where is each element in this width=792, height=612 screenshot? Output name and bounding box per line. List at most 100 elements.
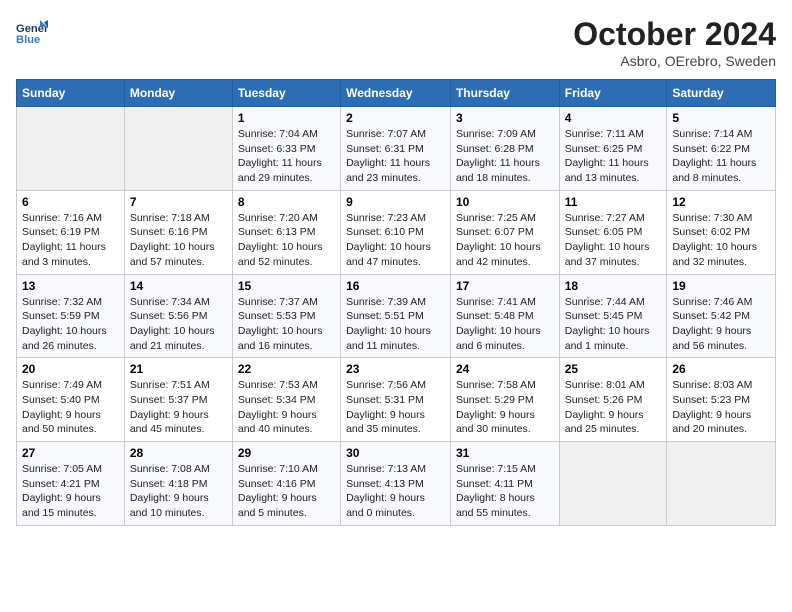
calendar-cell: 23Sunrise: 7:56 AMSunset: 5:31 PMDayligh…	[341, 358, 451, 442]
day-number: 2	[346, 111, 445, 125]
day-detail: Sunrise: 7:18 AMSunset: 6:16 PMDaylight:…	[130, 211, 227, 270]
day-detail: Sunrise: 7:44 AMSunset: 5:45 PMDaylight:…	[565, 295, 662, 354]
day-detail: Sunrise: 7:49 AMSunset: 5:40 PMDaylight:…	[22, 378, 119, 437]
day-number: 15	[238, 279, 335, 293]
day-number: 17	[456, 279, 554, 293]
title-block: October 2024 Asbro, OErebro, Sweden	[573, 16, 776, 69]
day-detail: Sunrise: 7:41 AMSunset: 5:48 PMDaylight:…	[456, 295, 554, 354]
calendar-cell	[124, 107, 232, 191]
calendar-cell: 25 Sunrise: 8:01 AMSunset: 5:26 PMDayligh…	[559, 358, 667, 442]
day-detail: Sunrise: 7:23 AMSunset: 6:10 PMDaylight:…	[346, 211, 445, 270]
day-number: 27	[22, 446, 119, 460]
day-number: 24	[456, 362, 554, 376]
calendar-cell: 11Sunrise: 7:27 AMSunset: 6:05 PMDayligh…	[559, 190, 667, 274]
day-number: 22	[238, 362, 335, 376]
calendar-cell: 4 Sunrise: 7:11 AMSunset: 6:25 PMDaylight…	[559, 107, 667, 191]
day-number: 20	[22, 362, 119, 376]
day-detail: Sunrise: 7:11 AMSunset: 6:25 PMDaylight:…	[565, 127, 662, 186]
day-number: 30	[346, 446, 445, 460]
calendar-cell: 1 Sunrise: 7:04 AMSunset: 6:33 PMDaylight…	[232, 107, 340, 191]
day-number: 1	[238, 111, 335, 125]
logo-icon: General Blue	[16, 16, 48, 48]
day-number: 12	[672, 195, 770, 209]
day-number: 14	[130, 279, 227, 293]
calendar-cell: 9 Sunrise: 7:23 AMSunset: 6:10 PMDaylight…	[341, 190, 451, 274]
day-detail: Sunrise: 8:01 AMSunset: 5:26 PMDaylight:…	[565, 378, 662, 437]
calendar-cell: 22 Sunrise: 7:53 AMSunset: 5:34 PMDayligh…	[232, 358, 340, 442]
weekday-header: Thursday	[450, 80, 559, 107]
day-number: 19	[672, 279, 770, 293]
calendar-cell	[559, 442, 667, 526]
calendar-cell: 13 Sunrise: 7:32 AMSunset: 5:59 PMDayligh…	[17, 274, 125, 358]
calendar-cell: 30 Sunrise: 7:13 AMSunset: 4:13 PMDayligh…	[341, 442, 451, 526]
calendar-cell: 3 Sunrise: 7:09 AMSunset: 6:28 PMDaylight…	[450, 107, 559, 191]
weekday-header: Sunday	[17, 80, 125, 107]
calendar-cell: 31Sunrise: 7:15 AMSunset: 4:11 PMDayligh…	[450, 442, 559, 526]
calendar-cell	[667, 442, 776, 526]
day-detail: Sunrise: 7:20 AMSunset: 6:13 PMDaylight:…	[238, 211, 335, 270]
calendar-cell: 17 Sunrise: 7:41 AMSunset: 5:48 PMDayligh…	[450, 274, 559, 358]
day-detail: Sunrise: 7:37 AMSunset: 5:53 PMDaylight:…	[238, 295, 335, 354]
weekday-header: Saturday	[667, 80, 776, 107]
calendar-cell: 18Sunrise: 7:44 AMSunset: 5:45 PMDayligh…	[559, 274, 667, 358]
calendar-cell: 24 Sunrise: 7:58 AMSunset: 5:29 PMDayligh…	[450, 358, 559, 442]
day-number: 4	[565, 111, 662, 125]
day-number: 3	[456, 111, 554, 125]
day-number: 11	[565, 195, 662, 209]
day-detail: Sunrise: 7:46 AMSunset: 5:42 PMDaylight:…	[672, 295, 770, 354]
day-detail: Sunrise: 7:58 AMSunset: 5:29 PMDaylight:…	[456, 378, 554, 437]
day-number: 28	[130, 446, 227, 460]
day-detail: Sunrise: 7:07 AMSunset: 6:31 PMDaylight:…	[346, 127, 445, 186]
day-detail: Sunrise: 7:53 AMSunset: 5:34 PMDaylight:…	[238, 378, 335, 437]
calendar-cell: 10 Sunrise: 7:25 AMSunset: 6:07 PMDayligh…	[450, 190, 559, 274]
day-detail: Sunrise: 7:51 AMSunset: 5:37 PMDaylight:…	[130, 378, 227, 437]
day-detail: Sunrise: 7:14 AMSunset: 6:22 PMDaylight:…	[672, 127, 770, 186]
calendar-week-row: 20 Sunrise: 7:49 AMSunset: 5:40 PMDayligh…	[17, 358, 776, 442]
calendar-cell: 16 Sunrise: 7:39 AMSunset: 5:51 PMDayligh…	[341, 274, 451, 358]
day-detail: Sunrise: 7:13 AMSunset: 4:13 PMDaylight:…	[346, 462, 445, 521]
logo: General Blue	[16, 16, 48, 48]
day-detail: Sunrise: 7:34 AMSunset: 5:56 PMDaylight:…	[130, 295, 227, 354]
weekday-header: Monday	[124, 80, 232, 107]
calendar-cell: 6Sunrise: 7:16 AMSunset: 6:19 PMDaylight…	[17, 190, 125, 274]
day-detail: Sunrise: 7:08 AMSunset: 4:18 PMDaylight:…	[130, 462, 227, 521]
calendar-cell: 14 Sunrise: 7:34 AMSunset: 5:56 PMDayligh…	[124, 274, 232, 358]
calendar-cell: 8Sunrise: 7:20 AMSunset: 6:13 PMDaylight…	[232, 190, 340, 274]
calendar-cell: 12 Sunrise: 7:30 AMSunset: 6:02 PMDayligh…	[667, 190, 776, 274]
day-detail: Sunrise: 7:32 AMSunset: 5:59 PMDaylight:…	[22, 295, 119, 354]
day-number: 5	[672, 111, 770, 125]
day-detail: Sunrise: 7:25 AMSunset: 6:07 PMDaylight:…	[456, 211, 554, 270]
calendar-cell: 2 Sunrise: 7:07 AMSunset: 6:31 PMDaylight…	[341, 107, 451, 191]
day-detail: Sunrise: 7:39 AMSunset: 5:51 PMDaylight:…	[346, 295, 445, 354]
day-detail: Sunrise: 7:10 AMSunset: 4:16 PMDaylight:…	[238, 462, 335, 521]
day-number: 31	[456, 446, 554, 460]
day-number: 25	[565, 362, 662, 376]
calendar-cell: 15 Sunrise: 7:37 AMSunset: 5:53 PMDayligh…	[232, 274, 340, 358]
day-number: 6	[22, 195, 119, 209]
svg-text:Blue: Blue	[16, 34, 40, 46]
location: Asbro, OErebro, Sweden	[573, 53, 776, 69]
day-number: 10	[456, 195, 554, 209]
day-detail: Sunrise: 7:30 AMSunset: 6:02 PMDaylight:…	[672, 211, 770, 270]
day-number: 13	[22, 279, 119, 293]
day-detail: Sunrise: 7:09 AMSunset: 6:28 PMDaylight:…	[456, 127, 554, 186]
weekday-header: Wednesday	[341, 80, 451, 107]
day-detail: Sunrise: 8:03 AMSunset: 5:23 PMDaylight:…	[672, 378, 770, 437]
calendar-week-row: 27Sunrise: 7:05 AMSunset: 4:21 PMDayligh…	[17, 442, 776, 526]
day-detail: Sunrise: 7:04 AMSunset: 6:33 PMDaylight:…	[238, 127, 335, 186]
day-number: 23	[346, 362, 445, 376]
day-number: 7	[130, 195, 227, 209]
day-number: 29	[238, 446, 335, 460]
calendar-cell: 7 Sunrise: 7:18 AMSunset: 6:16 PMDaylight…	[124, 190, 232, 274]
weekday-header: Friday	[559, 80, 667, 107]
calendar-cell: 28 Sunrise: 7:08 AMSunset: 4:18 PMDayligh…	[124, 442, 232, 526]
calendar-table: SundayMondayTuesdayWednesdayThursdayFrid…	[16, 79, 776, 526]
day-number: 9	[346, 195, 445, 209]
calendar-cell: 5 Sunrise: 7:14 AMSunset: 6:22 PMDaylight…	[667, 107, 776, 191]
calendar-week-row: 6Sunrise: 7:16 AMSunset: 6:19 PMDaylight…	[17, 190, 776, 274]
calendar-body: 1 Sunrise: 7:04 AMSunset: 6:33 PMDaylight…	[17, 107, 776, 526]
weekday-header: Tuesday	[232, 80, 340, 107]
month-title: October 2024	[573, 16, 776, 53]
page-header: General Blue October 2024 Asbro, OErebro…	[16, 16, 776, 69]
day-number: 16	[346, 279, 445, 293]
